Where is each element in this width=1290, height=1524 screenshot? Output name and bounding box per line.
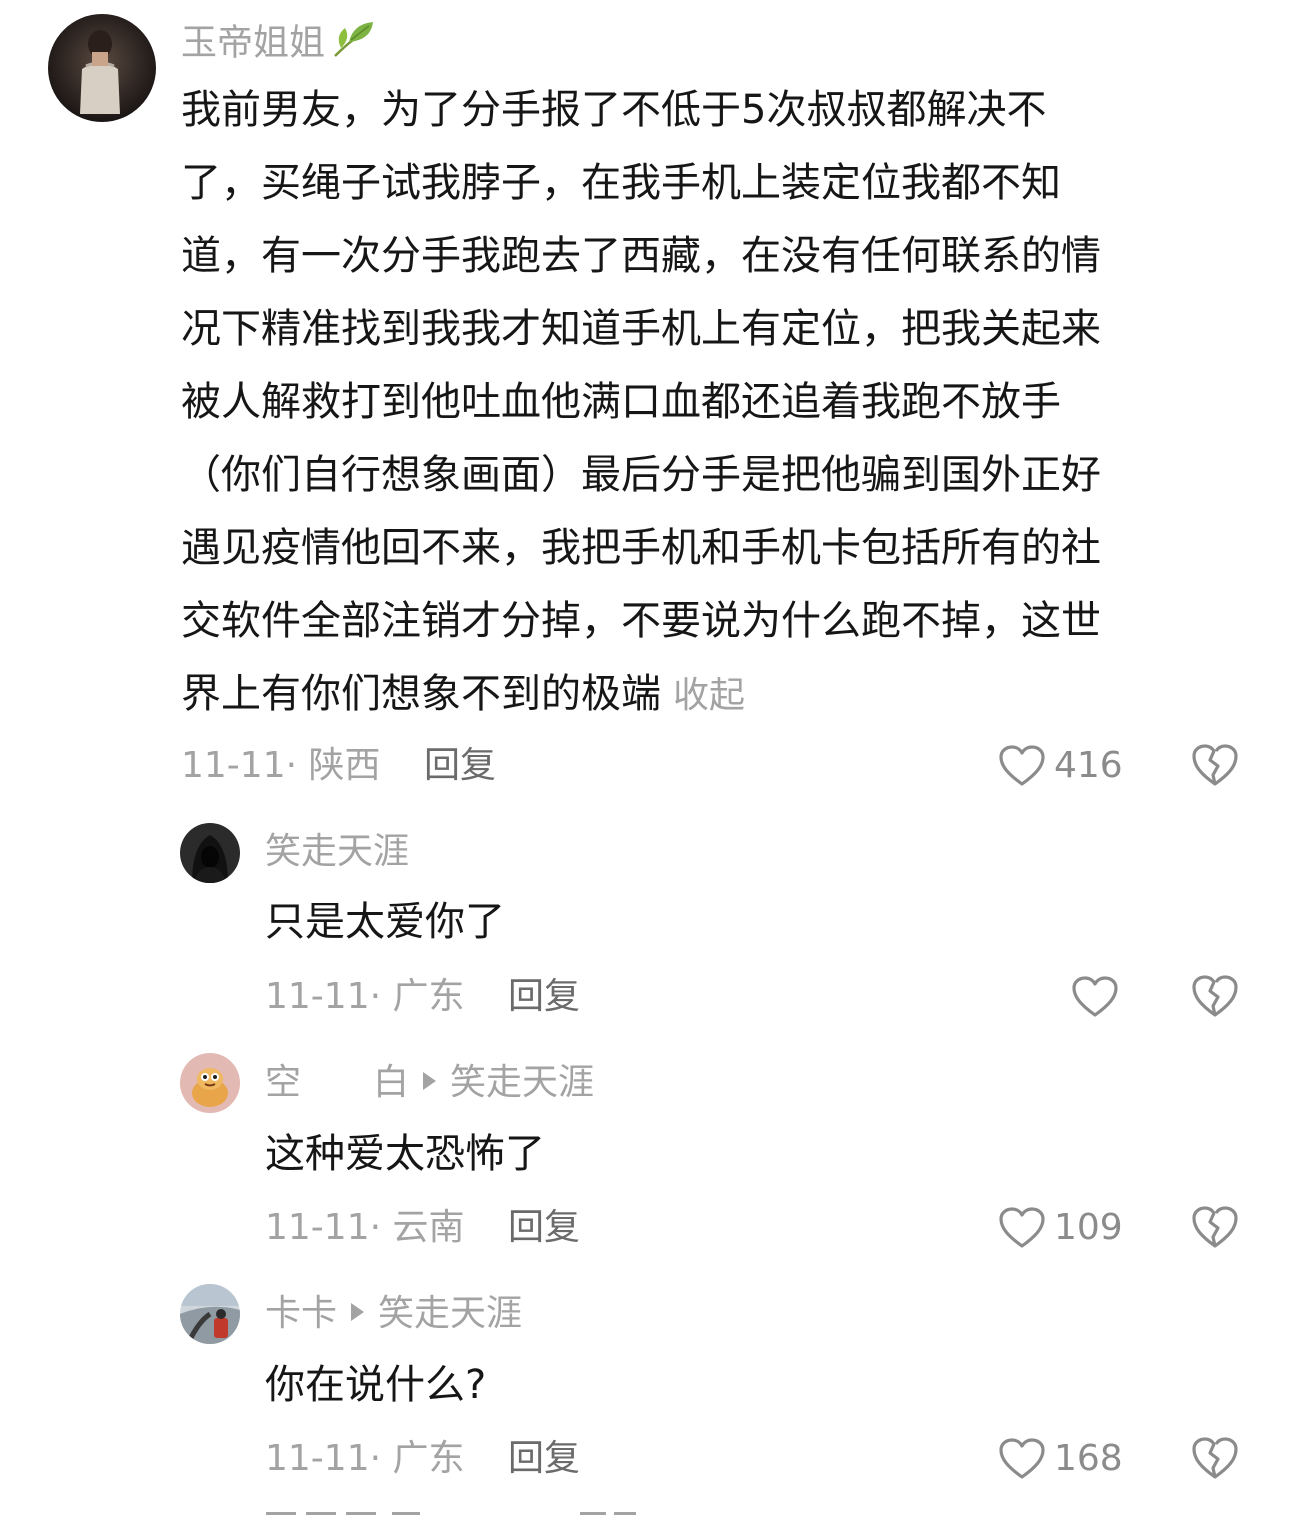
comment-line: 况下精准找到我我才知道手机上有定位，把我关起来 — [181, 306, 1101, 352]
reply-username[interactable]: 笑走天涯 — [265, 830, 409, 874]
dislike-button[interactable] — [1191, 742, 1239, 790]
broken-heart-icon — [1192, 1206, 1238, 1248]
reply-arrow-icon — [423, 1072, 437, 1090]
dislike-button[interactable] — [1191, 973, 1239, 1021]
broken-heart-icon — [1192, 744, 1238, 786]
like-button[interactable] — [1071, 973, 1127, 1021]
avatar[interactable] — [180, 823, 240, 883]
like-button[interactable]: 109 — [998, 1204, 1123, 1252]
reply-body: 这种爱太恐怖了 — [265, 1131, 545, 1177]
reply-username-text: 空 白 — [265, 1062, 410, 1103]
comment-line: 道，有一次分手我跑去了西藏，在没有任何联系的情 — [181, 233, 1101, 279]
comment-line: （你们自行想象画面）最后分手是把他骗到国外正好 — [181, 452, 1101, 498]
avatar[interactable] — [180, 1284, 240, 1344]
heart-icon — [999, 1438, 1045, 1479]
broken-heart-icon — [1192, 975, 1238, 1017]
leaf-icon — [331, 18, 377, 71]
collapse-button[interactable]: 收起 — [673, 675, 745, 716]
avatar[interactable] — [180, 1053, 240, 1113]
like-count: 168 — [1054, 1438, 1123, 1479]
heart-icon — [999, 1207, 1045, 1248]
reply-to-username[interactable]: 笑走天涯 — [450, 1062, 594, 1103]
comment-line-last: 界上有你们想象不到的极端 收起 — [181, 658, 1226, 732]
like-count: 109 — [1054, 1207, 1123, 1248]
reply-body: 你在说什么? — [265, 1362, 487, 1408]
reply-button[interactable]: 回复 — [508, 975, 580, 1019]
comment-username[interactable]: 玉帝姐姐 — [181, 18, 377, 71]
broken-heart-icon — [1192, 1437, 1238, 1479]
reply-username[interactable]: 空 白笑走天涯 — [265, 1061, 594, 1105]
dislike-button[interactable] — [1191, 1435, 1239, 1483]
comment-meta: 11-11· 陕西 — [181, 745, 381, 786]
reply-button[interactable]: 回复 — [508, 1437, 580, 1481]
comment-line: 交软件全部注销才分掉，不要说为什么跑不掉，这世 — [181, 598, 1101, 644]
comment-line: 遇见疫情他回不来，我把手机和手机卡包括所有的社 — [181, 525, 1101, 571]
reply-meta: 11-11· 广东 — [265, 976, 465, 1017]
reply-body: 只是太爱你了 — [265, 899, 505, 945]
comment-line: 了，买绳子试我脖子，在我手机上装定位我都不知 — [181, 160, 1061, 206]
reply-arrow-icon — [351, 1303, 365, 1321]
next-row-cutoff — [0, 1512, 1290, 1524]
reply-button[interactable]: 回复 — [424, 744, 496, 788]
heart-icon — [999, 745, 1045, 786]
reply-meta: 11-11· 云南 — [265, 1207, 465, 1248]
reply-to-username[interactable]: 笑走天涯 — [378, 1293, 522, 1334]
heart-icon — [1072, 976, 1118, 1017]
avatar[interactable] — [48, 14, 156, 122]
reply-button[interactable]: 回复 — [508, 1206, 580, 1250]
dislike-button[interactable] — [1191, 1204, 1239, 1252]
comment-body: 我前男友，为了分手报了不低于5次叔叔都解决不 了，买绳子试我脖子，在我手机上装定… — [181, 74, 1226, 732]
comment-line: 被人解救打到他吐血他满口血都还追着我跑不放手 — [181, 379, 1061, 425]
comment-line-text: 界上有你们想象不到的极端 — [181, 671, 661, 717]
reply-meta: 11-11· 广东 — [265, 1438, 465, 1479]
like-button[interactable]: 416 — [998, 742, 1123, 790]
like-button[interactable]: 168 — [998, 1435, 1123, 1483]
reply-username-text: 卡卡 — [265, 1293, 338, 1334]
comment-line: 我前男友，为了分手报了不低于5次叔叔都解决不 — [181, 87, 1047, 133]
like-count: 416 — [1054, 745, 1123, 786]
reply-username[interactable]: 卡卡 笑走天涯 — [265, 1292, 522, 1336]
